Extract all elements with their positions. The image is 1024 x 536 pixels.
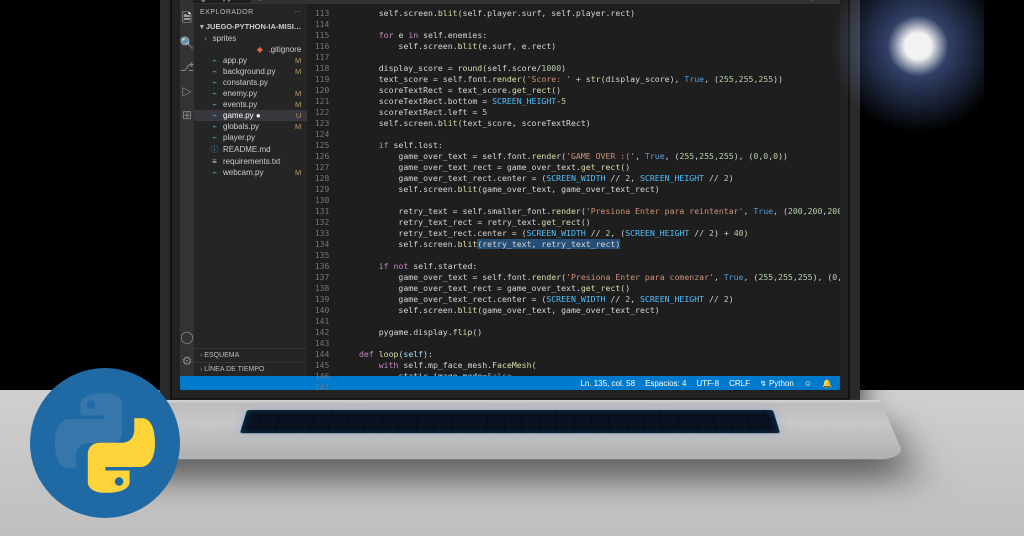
file-globals-py[interactable]: ⌁globals.pyM xyxy=(194,121,307,132)
file-README-md[interactable]: ⓘREADME.md xyxy=(194,143,307,156)
status-eol[interactable]: CRLF xyxy=(729,379,750,388)
file-app-py[interactable]: ⌁app.pyM xyxy=(194,55,307,66)
search-icon[interactable]: 🔍 xyxy=(180,36,194,50)
line-gutter: 113 114 115 116 117 118 119 120 121 122 … xyxy=(307,4,333,376)
status-cursor[interactable]: Ln. 135, col. 58 xyxy=(580,379,635,388)
activity-bar: 🗎 🔍 ⎇ ▷ ⊞ ◯ ⚙ xyxy=(180,4,194,376)
breadcrumb-1[interactable]: render xyxy=(301,0,324,2)
status-bar: Ln. 135, col. 58 Espacios: 4 UTF-8 CRLF … xyxy=(180,376,840,390)
file-webcam-py[interactable]: ⌁webcam.pyM xyxy=(194,167,307,178)
python-file-icon: ⌁ xyxy=(186,0,191,2)
files-icon[interactable]: 🗎 xyxy=(180,12,192,26)
project-name[interactable]: JUEGO-PYTHON-IA-MISI… xyxy=(194,20,307,33)
timeline-section[interactable]: LÍNEA DE TIEMPO xyxy=(194,362,307,376)
file-enemy-py[interactable]: ⌁enemy.pyM xyxy=(194,88,307,99)
modified-dot: ● xyxy=(234,0,239,2)
status-bell-icon[interactable]: 🔔 xyxy=(822,379,832,388)
screen-bezel: ⌁ game.py ● ⬡ Game render ▷ ⋯ 🗎 🔍 ⎇ ▷ ⊞ ◯ ⚙ xyxy=(160,0,860,410)
file-constants-py[interactable]: ⌁constants.py xyxy=(194,77,307,88)
python-logo xyxy=(30,368,180,518)
status-indent[interactable]: Espacios: 4 xyxy=(645,379,686,388)
file--gitignore[interactable]: ◆.gitignore xyxy=(194,44,307,55)
explorer-sidebar: EXPLORADOR ⋯ JUEGO-PYTHON-IA-MISI… sprit… xyxy=(194,4,307,376)
file-tree: sprites◆.gitignore⌁app.pyM⌁background.py… xyxy=(194,33,307,348)
breadcrumb-icon: ⬡ xyxy=(257,0,264,2)
debug-icon[interactable]: ▷ xyxy=(180,84,194,98)
status-feedback-icon[interactable]: ☺ xyxy=(804,379,812,388)
explorer-header: EXPLORADOR ⋯ xyxy=(194,4,307,20)
file-background-py[interactable]: ⌁background.pyM xyxy=(194,66,307,77)
editor-area: 113 114 115 116 117 118 119 120 121 122 … xyxy=(307,4,840,376)
outline-section[interactable]: ESQUEMA xyxy=(194,348,307,362)
file-sprites[interactable]: sprites xyxy=(194,33,307,44)
explorer-title: EXPLORADOR xyxy=(200,9,254,16)
editor-tab-game[interactable]: game.py ● xyxy=(193,0,251,3)
gear-icon[interactable]: ⚙ xyxy=(180,354,194,368)
file-game-py[interactable]: ⌁game.py ●U xyxy=(194,110,307,121)
tab-filename: game.py xyxy=(201,0,232,2)
account-icon[interactable]: ◯ xyxy=(180,330,194,344)
status-language[interactable]: ↯ Python xyxy=(760,379,794,388)
explorer-more-icon[interactable]: ⋯ xyxy=(294,8,302,16)
python-logo-svg xyxy=(55,393,155,493)
breadcrumbs[interactable]: ⬡ Game render xyxy=(257,0,324,2)
tab-actions[interactable]: ▷ ⋯ xyxy=(812,0,834,2)
laptop-base xyxy=(114,400,905,459)
vscode-window: ⌁ game.py ● ⬡ Game render ▷ ⋯ 🗎 🔍 ⎇ ▷ ⊞ ◯ ⚙ xyxy=(180,0,840,390)
status-encoding[interactable]: UTF-8 xyxy=(696,379,719,388)
file-player-py[interactable]: ⌁player.py xyxy=(194,132,307,143)
code-content[interactable]: self.screen.blit(self.player.surf, self.… xyxy=(333,4,840,376)
laptop: ⌁ game.py ● ⬡ Game render ▷ ⋯ 🗎 🔍 ⎇ ▷ ⊞ ◯ ⚙ xyxy=(160,0,860,480)
breadcrumb-0[interactable]: Game xyxy=(266,0,288,2)
extensions-icon[interactable]: ⊞ xyxy=(180,108,194,122)
file-requirements-txt[interactable]: ≡requirements.txt xyxy=(194,156,307,167)
source-control-icon[interactable]: ⎇ xyxy=(180,60,194,74)
file-events-py[interactable]: ⌁events.pyM xyxy=(194,99,307,110)
keyboard xyxy=(240,410,780,433)
